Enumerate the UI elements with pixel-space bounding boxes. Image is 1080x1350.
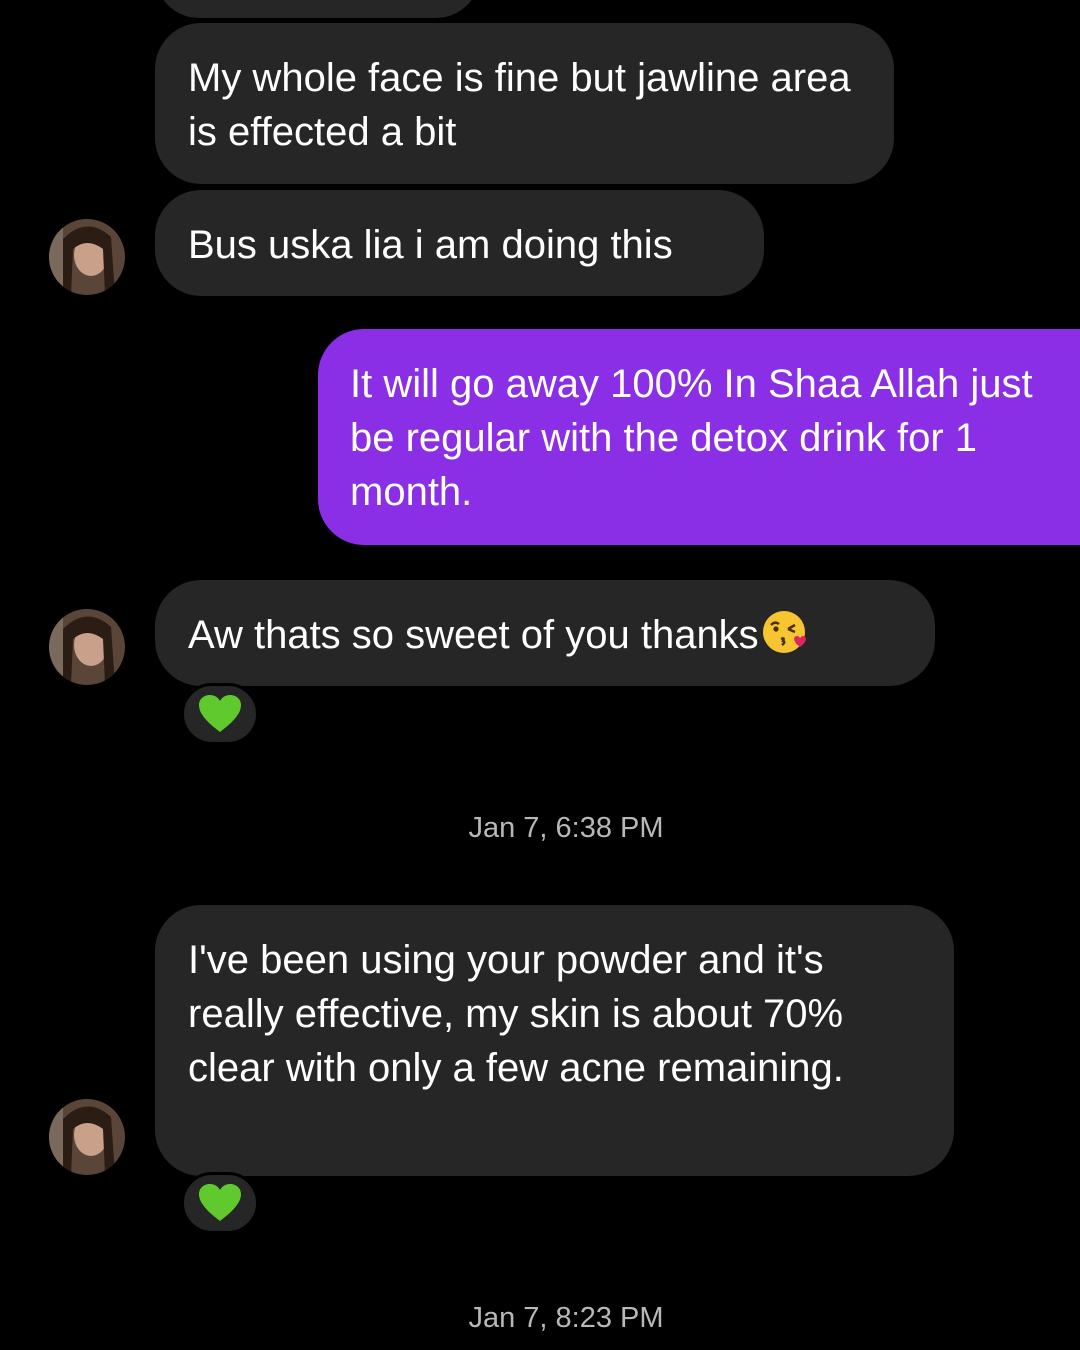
kissing-face-icon bbox=[761, 609, 807, 655]
message-bubble-incoming[interactable]: Aw thats so sweet of you thanks bbox=[155, 580, 935, 686]
reaction-badge[interactable] bbox=[181, 683, 259, 745]
timestamp: Jan 7, 8:23 PM bbox=[468, 1302, 664, 1334]
message-bubble-outgoing[interactable]: It will go away 100% In Shaa Allah just … bbox=[318, 329, 1080, 545]
green-heart-icon bbox=[199, 695, 241, 732]
reaction-badge[interactable] bbox=[181, 1172, 259, 1234]
message-text: I've been using your powder and it's rea… bbox=[188, 938, 844, 1090]
message-bubble-incoming[interactable]: I've been using your powder and it's rea… bbox=[155, 905, 954, 1176]
message-thread[interactable]: My whole face is fine but jawline area i… bbox=[0, 0, 1080, 1350]
message-bubble-incoming[interactable]: My whole face is fine but jawline area i… bbox=[155, 23, 894, 184]
message-text: My whole face is fine but jawline area i… bbox=[188, 56, 851, 154]
message-text: It will go away 100% In Shaa Allah just … bbox=[350, 362, 1033, 514]
avatar[interactable] bbox=[49, 1099, 125, 1175]
message-bubble-incoming[interactable]: Bus uska lia i am doing this bbox=[155, 190, 764, 296]
message-bubble-partial[interactable] bbox=[155, 0, 480, 18]
message-text: Aw thats so sweet of you thanks bbox=[188, 613, 759, 657]
message-text: Bus uska lia i am doing this bbox=[188, 223, 673, 267]
avatar[interactable] bbox=[49, 219, 125, 295]
avatar[interactable] bbox=[49, 609, 125, 685]
timestamp: Jan 7, 6:38 PM bbox=[468, 812, 664, 844]
green-heart-icon bbox=[199, 1184, 241, 1221]
